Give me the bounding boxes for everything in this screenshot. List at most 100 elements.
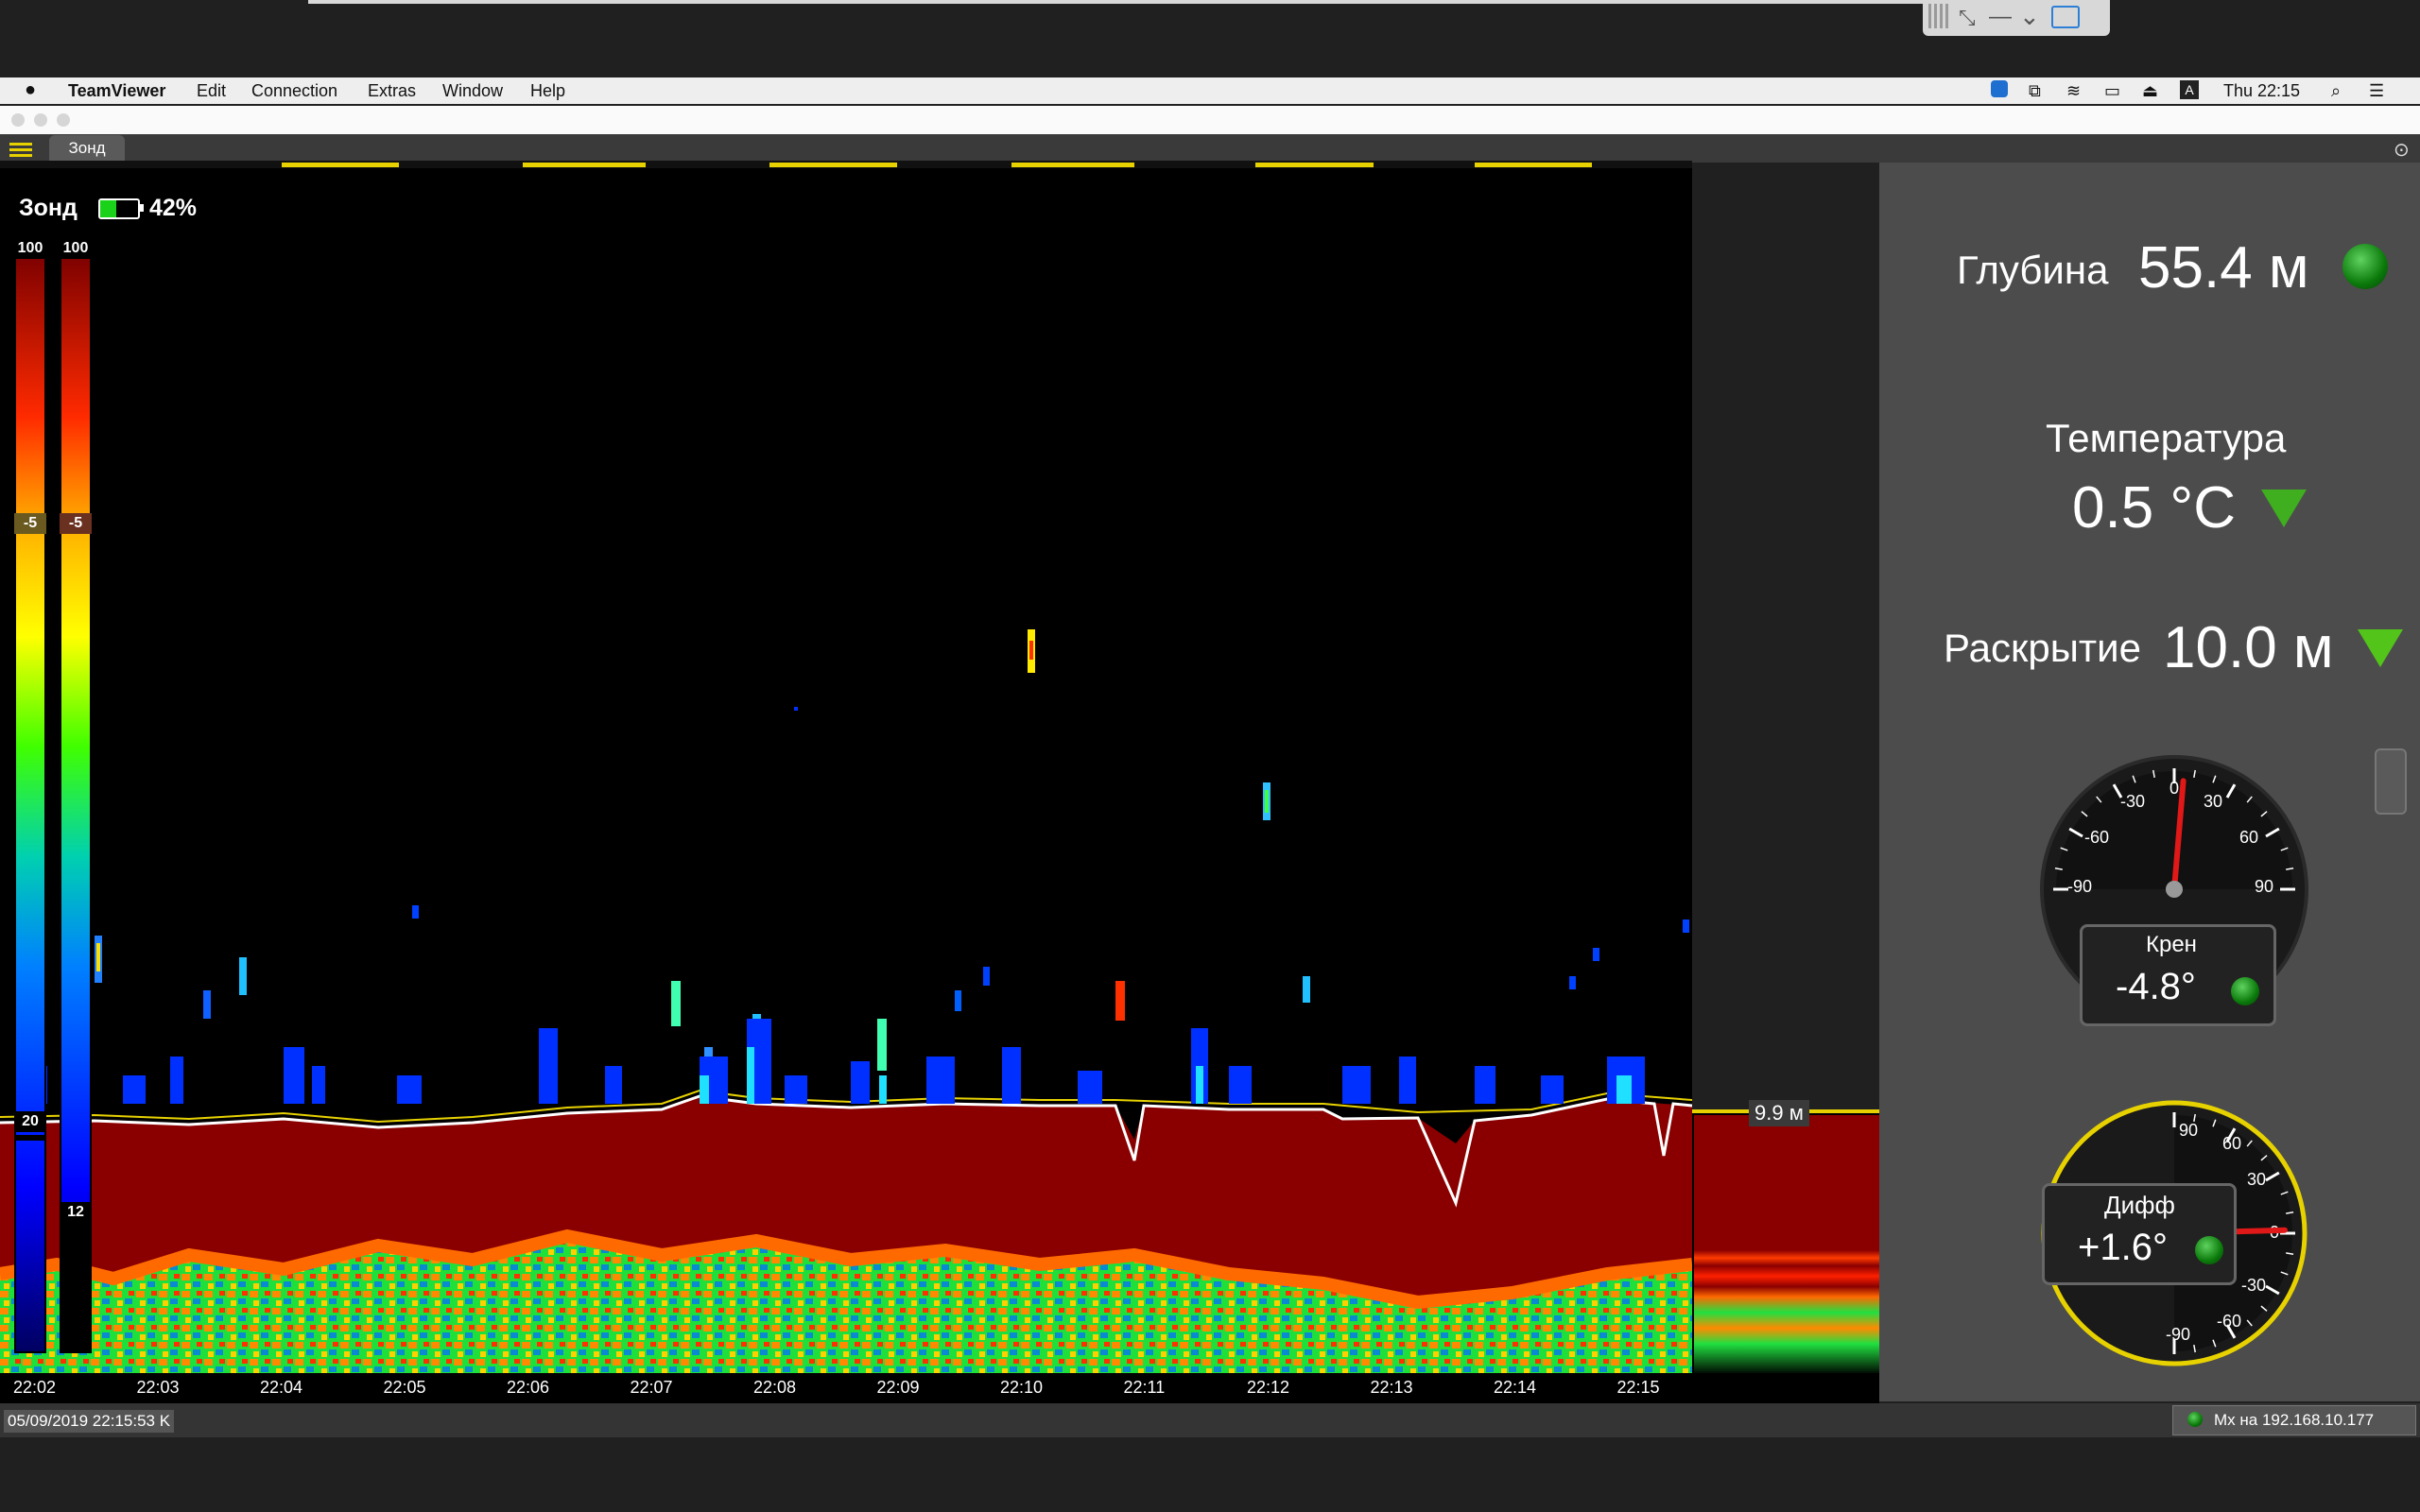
roll-label: Крен bbox=[2146, 932, 2197, 957]
temperature-label: Температура bbox=[2046, 416, 2287, 460]
timeline-ruler bbox=[0, 161, 1692, 168]
wifi-icon[interactable]: ≋ bbox=[2066, 81, 2081, 101]
colorbar-1 bbox=[14, 250, 46, 1353]
roll-tick-label: 30 bbox=[2204, 792, 2222, 811]
menu-extras[interactable]: Extras bbox=[368, 81, 416, 101]
apple-icon[interactable]: ● bbox=[25, 79, 36, 101]
status-bar bbox=[0, 1403, 2420, 1437]
window-titlebar bbox=[0, 106, 2420, 134]
time-tick-label: 22:08 bbox=[753, 1378, 797, 1397]
colorbar-1-top: 100 bbox=[14, 238, 46, 259]
bottom-dark-area bbox=[0, 1437, 2420, 1512]
colorbar-2-bottom: 12 bbox=[60, 1202, 92, 1223]
input-source-icon[interactable]: A bbox=[2180, 80, 2199, 99]
hamburger-menu-button[interactable] bbox=[9, 140, 32, 159]
diff-value: +1.6° bbox=[2078, 1227, 2168, 1268]
roll-tick-label: -90 bbox=[2067, 877, 2092, 896]
connection-led bbox=[2187, 1412, 2203, 1427]
temperature-value: 0.5 °C bbox=[2072, 475, 2236, 541]
switch-sides-icon[interactable] bbox=[2051, 6, 2080, 28]
bottom-depth-marker: 9.9 м bbox=[1749, 1100, 1809, 1126]
tab-sonde[interactable]: Зонд bbox=[49, 135, 125, 162]
time-tick-label: 22:02 bbox=[13, 1378, 57, 1397]
zoom-button[interactable] bbox=[57, 113, 70, 127]
menu-connection[interactable]: Connection bbox=[251, 81, 337, 101]
list-icon[interactable]: ☰ bbox=[2369, 81, 2384, 101]
roll-tick-label: 90 bbox=[2255, 877, 2273, 896]
roll-status-led bbox=[2231, 977, 2259, 1005]
menu-edit[interactable]: Edit bbox=[197, 81, 226, 101]
time-tick-label: 22:09 bbox=[876, 1378, 920, 1397]
connection-text: Мх на 192.168.10.177 bbox=[2214, 1411, 2375, 1429]
camera-icon[interactable]: ⊙ bbox=[2394, 138, 2410, 162]
roll-tick-label: -60 bbox=[2084, 828, 2109, 847]
opening-label: Раскрытие bbox=[1944, 626, 2141, 670]
chevron-down-icon[interactable]: ⌄ bbox=[2019, 2, 2040, 31]
time-tick-label: 22:14 bbox=[1494, 1378, 1537, 1397]
app-tabbar bbox=[0, 134, 2420, 163]
ruler-mark bbox=[769, 163, 897, 167]
diff-tick-label: -60 bbox=[2217, 1312, 2241, 1331]
search-icon[interactable]: ⌕ bbox=[2331, 81, 2341, 101]
ruler-mark bbox=[1255, 163, 1374, 167]
echogram-view[interactable] bbox=[0, 168, 1692, 1373]
minimize-button[interactable] bbox=[34, 113, 47, 127]
menu-app-name[interactable]: TeamViewer bbox=[68, 81, 165, 101]
menubar-clock[interactable]: Thu 22:15 bbox=[2223, 81, 2300, 101]
eject-icon[interactable]: ⏏ bbox=[2142, 81, 2158, 101]
opening-value: 10.0 м bbox=[2163, 615, 2334, 680]
teamviewer-status-icon[interactable] bbox=[1991, 80, 2008, 97]
depth-label: Глубина bbox=[1957, 248, 2109, 292]
grip-icon[interactable] bbox=[1928, 4, 1949, 28]
time-tick-label: 22:05 bbox=[383, 1378, 426, 1397]
battery-nub bbox=[140, 204, 144, 212]
roll-value: -4.8° bbox=[2116, 966, 2196, 1007]
ruler-mark bbox=[1011, 163, 1134, 167]
status-timestamp: 05/09/2019 22:15:53 K bbox=[4, 1410, 175, 1433]
time-tick-label: 22:12 bbox=[1247, 1378, 1290, 1397]
teamviewer-remote-toolbar[interactable]: ⤡ — ⌄ bbox=[1923, 0, 2110, 36]
menu-window[interactable]: Window bbox=[442, 81, 503, 101]
colorbar-2-mid: -5 bbox=[60, 513, 92, 534]
ruler-mark bbox=[523, 163, 646, 167]
temperature-down-indicator bbox=[2261, 490, 2307, 527]
menu-help[interactable]: Help bbox=[530, 81, 565, 101]
roll-needle-hub bbox=[2166, 881, 2183, 898]
time-tick-label: 22:13 bbox=[1370, 1378, 1413, 1397]
roll-tick-label: 0 bbox=[2169, 779, 2179, 798]
scroll-handle[interactable] bbox=[2375, 748, 2407, 815]
ruler-mark bbox=[282, 163, 399, 167]
diff-tick-label: 60 bbox=[2222, 1134, 2241, 1153]
airplay-icon[interactable]: ▭ bbox=[2104, 81, 2120, 101]
opening-down-indicator bbox=[2358, 629, 2403, 667]
colorbar-2-top: 100 bbox=[60, 238, 92, 259]
time-tick-label: 22:06 bbox=[507, 1378, 550, 1397]
time-tick-label: 22:07 bbox=[630, 1378, 673, 1397]
time-tick-list: 22:02 22:03 22:04 22:05 22:06 22:07 22:08 22:09… bbox=[0, 1373, 1692, 1403]
time-tick-label: 22:11 bbox=[1123, 1378, 1166, 1397]
remote-top-strip bbox=[308, 0, 2110, 4]
collapse-icon[interactable]: ⤡ bbox=[1959, 6, 1976, 30]
diff-tick-label: -90 bbox=[2166, 1325, 2190, 1344]
time-tick-label: 22:04 bbox=[260, 1378, 303, 1397]
copy-icon[interactable]: ⧉ bbox=[2029, 81, 2041, 101]
colorbar-2-blackout bbox=[60, 1215, 91, 1352]
diff-status-led bbox=[2195, 1236, 2223, 1264]
colorbar-2 bbox=[60, 250, 92, 1353]
roll-tick-label: 60 bbox=[2239, 828, 2258, 847]
minimize-icon[interactable]: — bbox=[1989, 4, 2012, 30]
diff-label: Дифф bbox=[2104, 1191, 2175, 1219]
mac-menubar: ● TeamViewer Edit Connection Extras Wind… bbox=[0, 77, 2420, 104]
diff-tick-label: 90 bbox=[2179, 1121, 2198, 1140]
diff-tick-label: 30 bbox=[2247, 1170, 2266, 1189]
close-button[interactable] bbox=[11, 113, 25, 127]
ruler-mark bbox=[1475, 163, 1592, 167]
battery-icon bbox=[98, 198, 140, 219]
time-tick-label: 22:15 bbox=[1616, 1378, 1660, 1397]
depth-status-led bbox=[2342, 244, 2388, 289]
battery-percent: 42% bbox=[149, 195, 198, 221]
depth-value: 55.4 м bbox=[2138, 235, 2309, 301]
colorbar-1-mid: -5 bbox=[14, 513, 46, 534]
colorbar-1-bottom: 20 bbox=[14, 1111, 46, 1132]
time-tick-label: 22:03 bbox=[136, 1378, 180, 1397]
